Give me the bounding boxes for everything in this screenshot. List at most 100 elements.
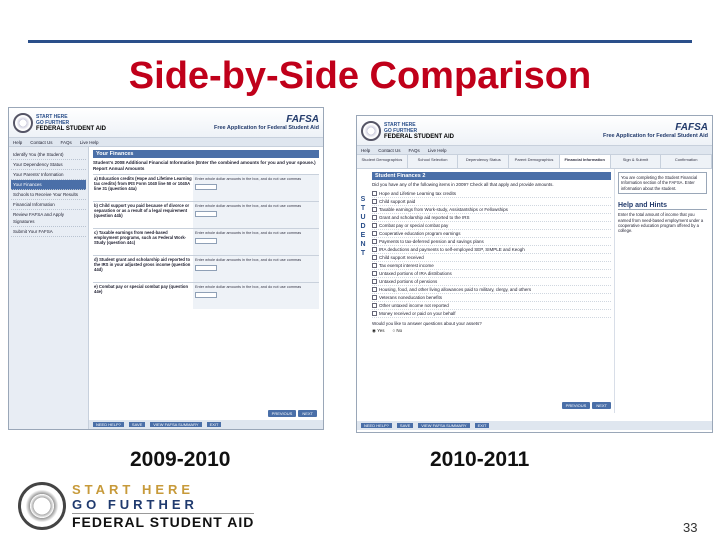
sidebar-item[interactable]: Submit Your FAFSA xyxy=(11,227,86,237)
checkbox[interactable] xyxy=(372,231,377,236)
checkbox[interactable] xyxy=(372,271,377,276)
checklist-item[interactable]: Taxable earnings from Work-study, Assist… xyxy=(372,206,611,214)
need-help-button[interactable]: NEED HELP? xyxy=(93,422,124,427)
amount-input[interactable] xyxy=(195,265,217,271)
nav-live-help[interactable]: Live Help xyxy=(80,140,99,145)
nav-contact[interactable]: Contact Us xyxy=(378,148,400,153)
tab-student-demographics[interactable]: Student Demographics xyxy=(357,155,408,168)
sidebar-item[interactable]: Financial Information xyxy=(11,200,86,210)
exit-button[interactable]: EXIT xyxy=(206,422,222,427)
checkbox[interactable] xyxy=(372,263,377,268)
label-letter: T xyxy=(360,250,366,257)
checklist-label: IRA deductions and payments to self-empl… xyxy=(379,247,525,252)
amount-input[interactable] xyxy=(195,184,217,190)
year-label-right: 2010-2011 xyxy=(430,448,530,471)
next-button[interactable]: NEXT xyxy=(592,402,611,409)
checklist-item[interactable]: Housing, food, and other living allowanc… xyxy=(372,286,611,294)
sidebar-item[interactable]: Your Parents' Information xyxy=(11,170,86,180)
main-panel: Your Finances Student's 2008 Additional … xyxy=(89,147,323,429)
nav-help[interactable]: Help xyxy=(361,148,370,153)
checklist-item[interactable]: Untaxed portions of pensions xyxy=(372,278,611,286)
checklist-item[interactable]: Child support received xyxy=(372,254,611,262)
checkbox[interactable] xyxy=(372,239,377,244)
sidebar-item-active[interactable]: Your Finances xyxy=(11,180,86,190)
tab-parent-demographics[interactable]: Parent Demographics xyxy=(509,155,560,168)
question-text: b) Child support you paid because of div… xyxy=(94,203,190,219)
checkbox[interactable] xyxy=(372,255,377,260)
checkbox[interactable] xyxy=(372,303,377,308)
checklist-item[interactable]: Child support paid xyxy=(372,198,611,206)
fsa-logo: START HERE GO FURTHER FEDERAL STUDENT AI… xyxy=(361,120,454,141)
nav-contact[interactable]: Contact Us xyxy=(30,140,52,145)
checklist-item[interactable]: Cooperative education program earnings xyxy=(372,230,611,238)
save-button[interactable]: SAVE xyxy=(396,423,414,428)
sidebar-item[interactable]: Your Dependency Status xyxy=(11,160,86,170)
checkbox[interactable] xyxy=(372,207,377,212)
nav-live-help[interactable]: Live Help xyxy=(428,148,447,153)
brand-line2: GO FURTHER xyxy=(72,497,198,512)
checkbox[interactable] xyxy=(372,311,377,316)
input-hint: Enter whole dollar amounts in the box, a… xyxy=(195,285,302,289)
tab-dependency-status[interactable]: Dependency Status xyxy=(458,155,510,168)
input-hint: Enter whole dollar amounts in the box, a… xyxy=(195,177,302,181)
logo-line3: FEDERAL STUDENT AID xyxy=(36,125,107,132)
nav-faqs[interactable]: FAQs xyxy=(61,140,72,145)
checklist-item[interactable]: Other untaxed income not reported xyxy=(372,302,611,310)
info-box: You are completing the Student Financial… xyxy=(618,172,707,195)
fsa-logo: START HERE GO FURTHER FEDERAL STUDENT AI… xyxy=(13,112,107,133)
view-summary-button[interactable]: VIEW FAFSA SUMMARY xyxy=(418,423,470,428)
student-vertical-label: S T U D E N T xyxy=(357,169,369,413)
view-summary-button[interactable]: VIEW FAFSA SUMMARY xyxy=(150,422,202,427)
tab-financial-information[interactable]: Financial Information xyxy=(559,155,611,168)
checkbox[interactable] xyxy=(372,287,377,292)
need-help-button[interactable]: NEED HELP? xyxy=(361,423,392,428)
previous-button[interactable]: PREVIOUS xyxy=(267,410,297,417)
radio-yes[interactable]: ◉ Yes xyxy=(372,328,384,334)
previous-button[interactable]: PREVIOUS xyxy=(561,402,591,409)
save-button[interactable]: SAVE xyxy=(128,422,146,427)
checkbox[interactable] xyxy=(372,279,377,284)
fafsa-subtitle: Free Application for Federal Student Aid xyxy=(602,133,708,139)
checklist-item[interactable]: Hope and Lifetime Learning tax credits xyxy=(372,190,611,198)
checkbox[interactable] xyxy=(372,295,377,300)
checkbox[interactable] xyxy=(372,199,377,204)
sidebar-item[interactable]: Identify You (the Student) xyxy=(11,150,86,160)
tab-sign-submit[interactable]: Sign & Submit xyxy=(611,155,662,168)
exit-button[interactable]: EXIT xyxy=(474,423,490,428)
checklist-item[interactable]: Veterans noneducation benefits xyxy=(372,294,611,302)
input-hint: Enter whole dollar amounts in the box, a… xyxy=(195,258,302,262)
sidebar-item[interactable]: Schools to Receive Your Results xyxy=(11,190,86,200)
checklist-item[interactable]: Tax exempt interest income xyxy=(372,262,611,270)
screenshot-2010-2011: START HERE GO FURTHER FEDERAL STUDENT AI… xyxy=(356,115,713,433)
tab-confirmation[interactable]: Confirmation xyxy=(661,155,712,168)
label-letter: S xyxy=(360,196,366,203)
checklist-item[interactable]: Combat pay or special combat pay xyxy=(372,222,611,230)
assets-question: Would you like to answer questions about… xyxy=(372,321,482,326)
amount-input[interactable] xyxy=(195,238,217,244)
checkbox[interactable] xyxy=(372,215,377,220)
footer-bar: NEED HELP? SAVE VIEW FAFSA SUMMARY EXIT xyxy=(357,421,712,430)
checklist-label: Child support paid xyxy=(379,199,416,204)
checklist-item[interactable]: Grant and scholarship aid reported to th… xyxy=(372,214,611,222)
label-letter: N xyxy=(360,241,366,248)
fafsa-header: START HERE GO FURTHER FEDERAL STUDENT AI… xyxy=(9,108,323,138)
checklist-item[interactable]: Untaxed portions of IRA distributions xyxy=(372,270,611,278)
checkbox[interactable] xyxy=(372,247,377,252)
question-text: a) Education credits (Hope and Lifetime … xyxy=(94,176,192,192)
finance-checklist: Hope and Lifetime Learning tax credits Ch… xyxy=(372,190,611,318)
next-button[interactable]: NEXT xyxy=(298,410,317,417)
amount-input[interactable] xyxy=(195,292,217,298)
top-nav: Help Contact Us FAQs Live Help xyxy=(357,146,712,155)
nav-faqs[interactable]: FAQs xyxy=(409,148,420,153)
tab-school-selection[interactable]: School Selection xyxy=(408,155,459,168)
amount-input[interactable] xyxy=(195,211,217,217)
checkbox[interactable] xyxy=(372,191,377,196)
label-letter: D xyxy=(360,223,366,230)
checkbox[interactable] xyxy=(372,223,377,228)
radio-no[interactable]: ○ No xyxy=(392,328,402,334)
checklist-item[interactable]: Money received or paid on your behalf xyxy=(372,310,611,318)
checklist-item[interactable]: Payments to tax-deferred pension and sav… xyxy=(372,238,611,246)
checklist-item[interactable]: IRA deductions and payments to self-empl… xyxy=(372,246,611,254)
nav-help[interactable]: Help xyxy=(13,140,22,145)
sidebar-item[interactable]: Review FAFSA and Apply Signatures xyxy=(11,210,86,227)
